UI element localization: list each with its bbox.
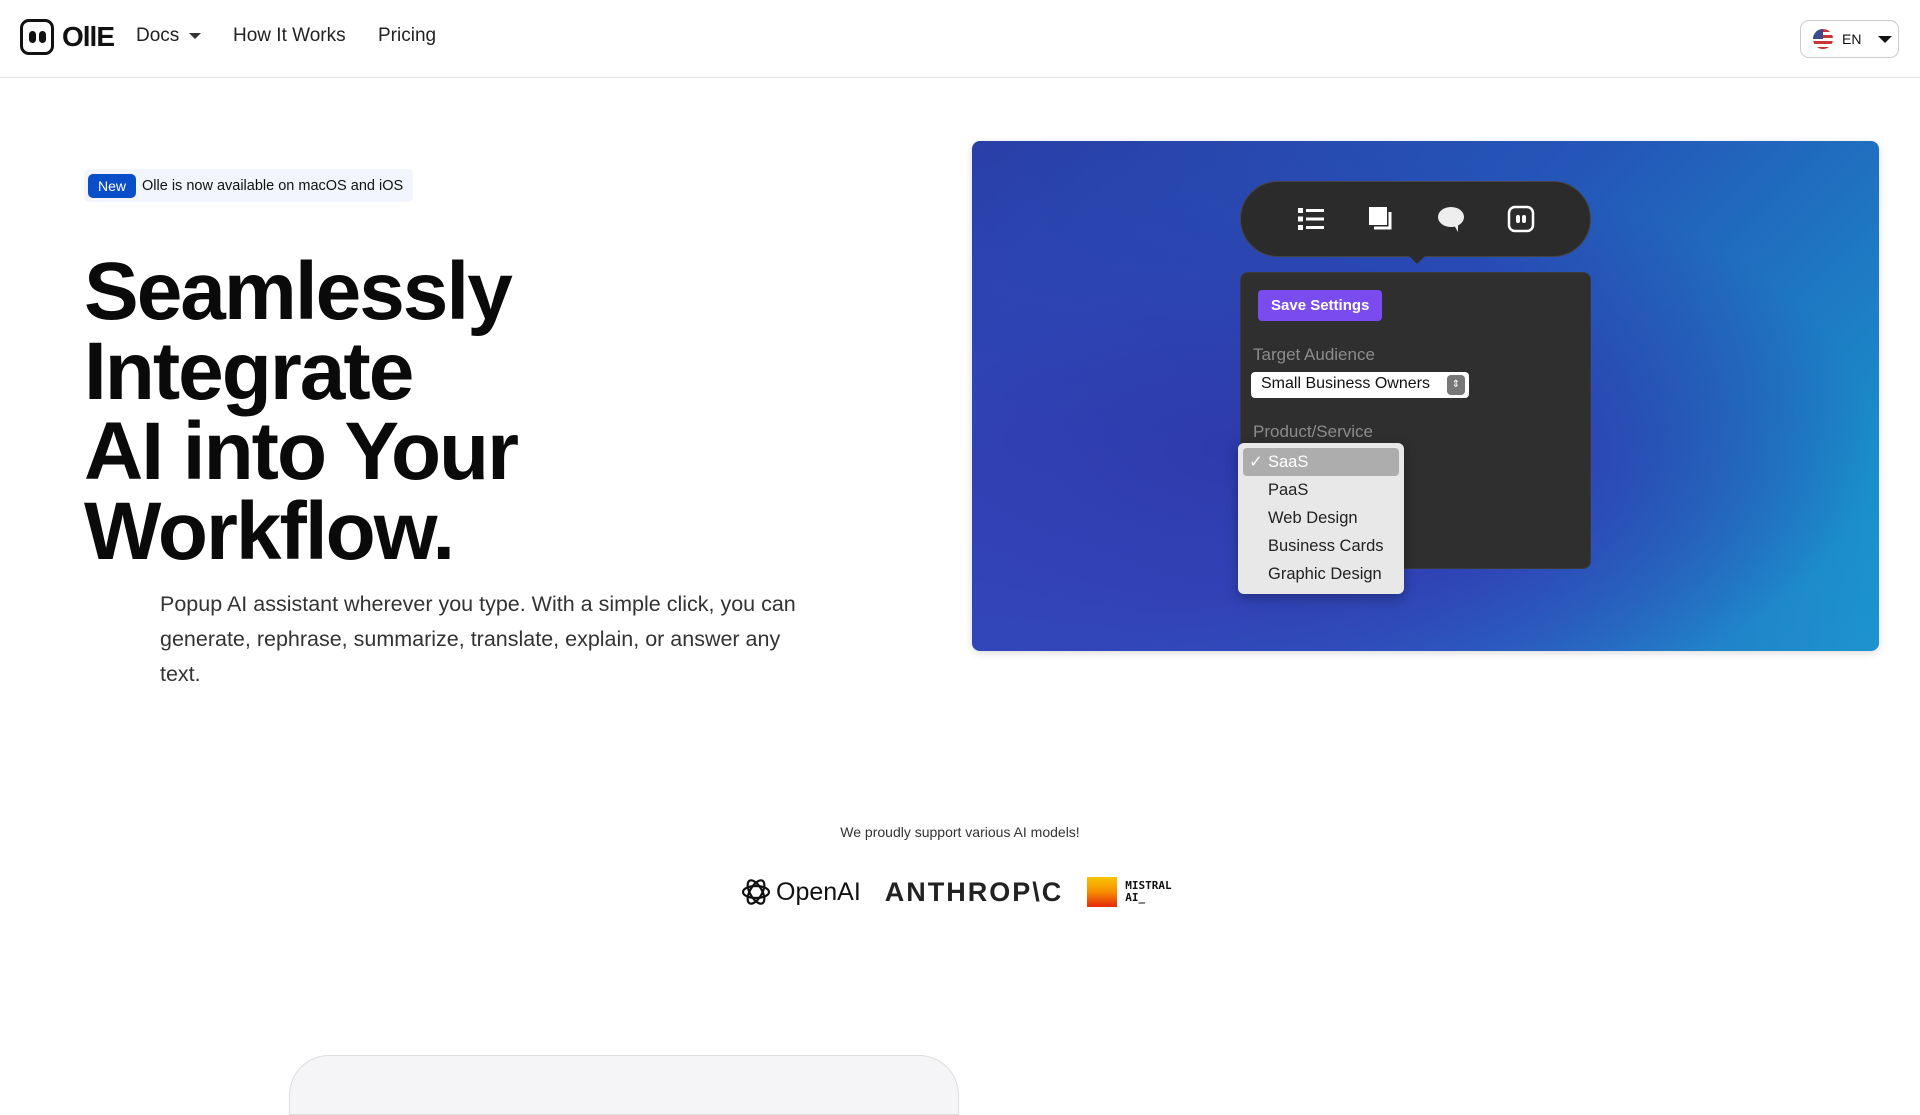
stepper-icon: ⇕ bbox=[1447, 375, 1465, 395]
openai-wordmark: OpenAI bbox=[776, 877, 861, 906]
dropdown-option-graphic-design[interactable]: Graphic Design bbox=[1243, 560, 1399, 588]
nav-how-it-works[interactable]: How It Works bbox=[233, 25, 346, 47]
list-icon[interactable] bbox=[1296, 204, 1326, 234]
brand-name: OllE bbox=[62, 21, 115, 52]
bottom-card bbox=[289, 1055, 959, 1115]
target-audience-value: Small Business Owners bbox=[1261, 375, 1430, 392]
models-heading: We proudly support various AI models! bbox=[840, 824, 1080, 840]
nav-docs[interactable]: Docs bbox=[136, 25, 202, 47]
language-code: EN bbox=[1842, 31, 1862, 47]
checkmark-icon: ✓ bbox=[1249, 453, 1263, 471]
model-logos: OpenAI ANTHROP\C MISTRAL AI_ bbox=[740, 872, 1172, 912]
olle-logo-icon bbox=[20, 19, 54, 55]
save-settings-button[interactable]: Save Settings bbox=[1258, 290, 1383, 321]
nav-docs-label: Docs bbox=[136, 25, 180, 46]
target-audience-select[interactable]: Small Business Owners ⇕ bbox=[1251, 372, 1469, 398]
olle-logo-icon[interactable] bbox=[1506, 204, 1536, 234]
mistral-wordmark-ai: AI_ bbox=[1125, 891, 1146, 904]
demo-screenshot: Save Settings Target Audience Small Busi… bbox=[972, 141, 1879, 651]
announcement-banner[interactable]: New Olle is now available on macOS and i… bbox=[84, 169, 414, 202]
new-badge: New bbox=[88, 173, 137, 198]
hero-title-line: Workflow. bbox=[84, 486, 455, 577]
product-service-dropdown[interactable]: ✓ SaaS PaaS Web Design Business Cards Gra… bbox=[1238, 443, 1404, 594]
target-audience-label: Target Audience bbox=[1253, 345, 1375, 364]
chat-bubble-icon[interactable] bbox=[1436, 204, 1466, 234]
language-selector[interactable]: EN bbox=[1800, 20, 1899, 58]
anthropic-logo: ANTHROP\C bbox=[884, 876, 1064, 907]
brand-logo[interactable]: OllE bbox=[20, 19, 115, 55]
openai-icon bbox=[741, 879, 771, 905]
nav-pricing[interactable]: Pricing bbox=[378, 25, 436, 47]
announcement-text: Olle is now available on macOS and iOS bbox=[142, 177, 404, 194]
product-service-label: Product/Service bbox=[1253, 422, 1373, 441]
hero-title-line: AI into Your bbox=[84, 406, 519, 497]
dropdown-option-web-design[interactable]: Web Design bbox=[1243, 504, 1399, 532]
mistral-icon bbox=[1087, 877, 1118, 907]
chevron-down-icon bbox=[189, 32, 202, 39]
us-flag-icon bbox=[1813, 29, 1833, 49]
dropdown-option-business-cards[interactable]: Business Cards bbox=[1243, 532, 1399, 560]
chevron-down-icon bbox=[1878, 35, 1893, 43]
dropdown-option-paas[interactable]: PaaS bbox=[1243, 476, 1399, 504]
openai-logo: OpenAI bbox=[740, 876, 861, 908]
mistral-logo: MISTRAL AI_ bbox=[1087, 877, 1172, 907]
hero-title-line: Integrate bbox=[84, 326, 414, 417]
dropdown-option-saas[interactable]: ✓ SaaS bbox=[1243, 448, 1399, 476]
popup-toolbar bbox=[1240, 181, 1591, 264]
hero-title-line: Seamlessly bbox=[84, 246, 513, 337]
option-label: SaaS bbox=[1268, 453, 1309, 471]
copy-icon[interactable] bbox=[1366, 204, 1396, 234]
hero-title: Seamlessly Integrate AI into Your Workfl… bbox=[84, 246, 519, 577]
hero-description: Popup AI assistant wherever you type. Wi… bbox=[160, 592, 796, 686]
top-nav: OllE Docs How It Works Pricing EN bbox=[0, 0, 1920, 78]
